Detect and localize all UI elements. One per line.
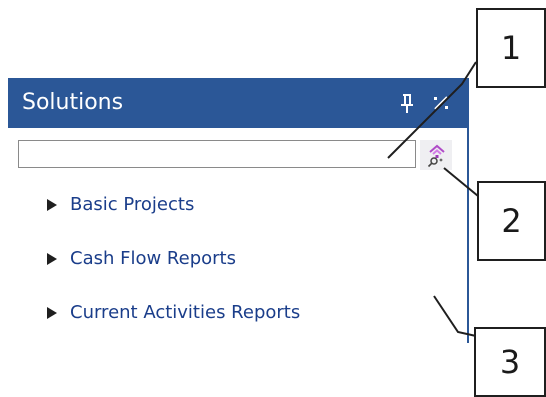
panel-body: Basic Projects Cash Flow Reports Current… <box>8 128 469 343</box>
tree-item-label: Current Activities Reports <box>70 302 301 323</box>
panel-title: Solutions <box>22 90 124 115</box>
callout-box-3: 3 <box>474 327 546 397</box>
tree-item-label: Cash Flow Reports <box>70 248 236 269</box>
tree-item-basic-projects[interactable]: Basic Projects <box>46 188 446 222</box>
expand-arrow-icon <box>47 253 57 265</box>
search-input[interactable] <box>18 140 416 168</box>
close-button[interactable] <box>428 90 454 116</box>
pin-icon <box>401 94 413 113</box>
callout-box-1: 1 <box>476 8 546 88</box>
expand-arrow-icon <box>47 307 57 319</box>
callout-box-2: 2 <box>477 181 546 261</box>
pin-button[interactable] <box>396 90 418 116</box>
solutions-panel: Solutions Basic Projects Cash Flow Repor… <box>8 78 469 343</box>
close-icon <box>434 96 448 110</box>
search-icon <box>427 144 445 168</box>
expand-arrow-icon <box>47 199 57 211</box>
tree-item-label: Basic Projects <box>70 194 195 215</box>
panel-header: Solutions <box>8 78 469 128</box>
tree-item-current-activities-reports[interactable]: Current Activities Reports <box>46 296 446 330</box>
tree-item-cash-flow-reports[interactable]: Cash Flow Reports <box>46 242 446 276</box>
search-button[interactable] <box>420 140 452 170</box>
